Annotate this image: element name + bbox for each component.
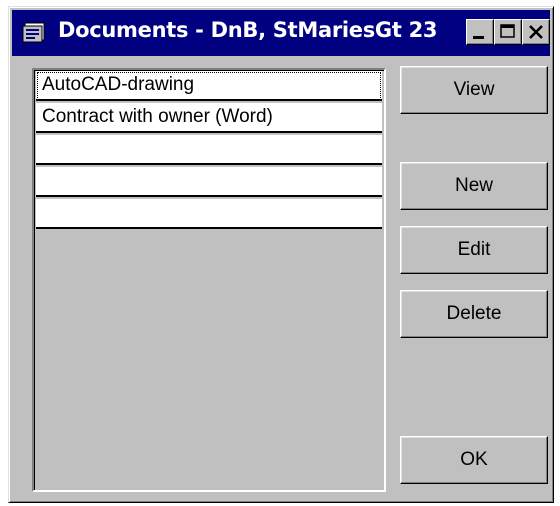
ok-button[interactable]: OK: [400, 436, 548, 484]
list-item[interactable]: [36, 135, 382, 165]
list-item[interactable]: Contract with owner (Word): [36, 103, 382, 133]
delete-button[interactable]: Delete: [400, 290, 548, 338]
list-item[interactable]: AutoCAD-drawing: [36, 71, 382, 101]
new-button[interactable]: New: [400, 162, 548, 210]
list-item[interactable]: [36, 167, 382, 197]
maximize-icon[interactable]: [494, 19, 522, 45]
view-button[interactable]: View: [400, 66, 548, 114]
edit-button[interactable]: Edit: [400, 226, 548, 274]
window-title: Documents - DnB, StMariesGt 23: [58, 18, 438, 42]
documents-list[interactable]: AutoCAD-drawing Contract with owner (Wor…: [32, 68, 386, 492]
documents-dialog: Documents - DnB, StMariesGt 23 AutoCAD-d…: [8, 6, 554, 503]
list-item[interactable]: [36, 199, 382, 229]
document-window-icon[interactable]: [22, 21, 48, 43]
close-icon[interactable]: [522, 19, 550, 45]
title-bar[interactable]: Documents - DnB, StMariesGt 23: [12, 10, 550, 56]
minimize-icon[interactable]: [466, 19, 494, 45]
